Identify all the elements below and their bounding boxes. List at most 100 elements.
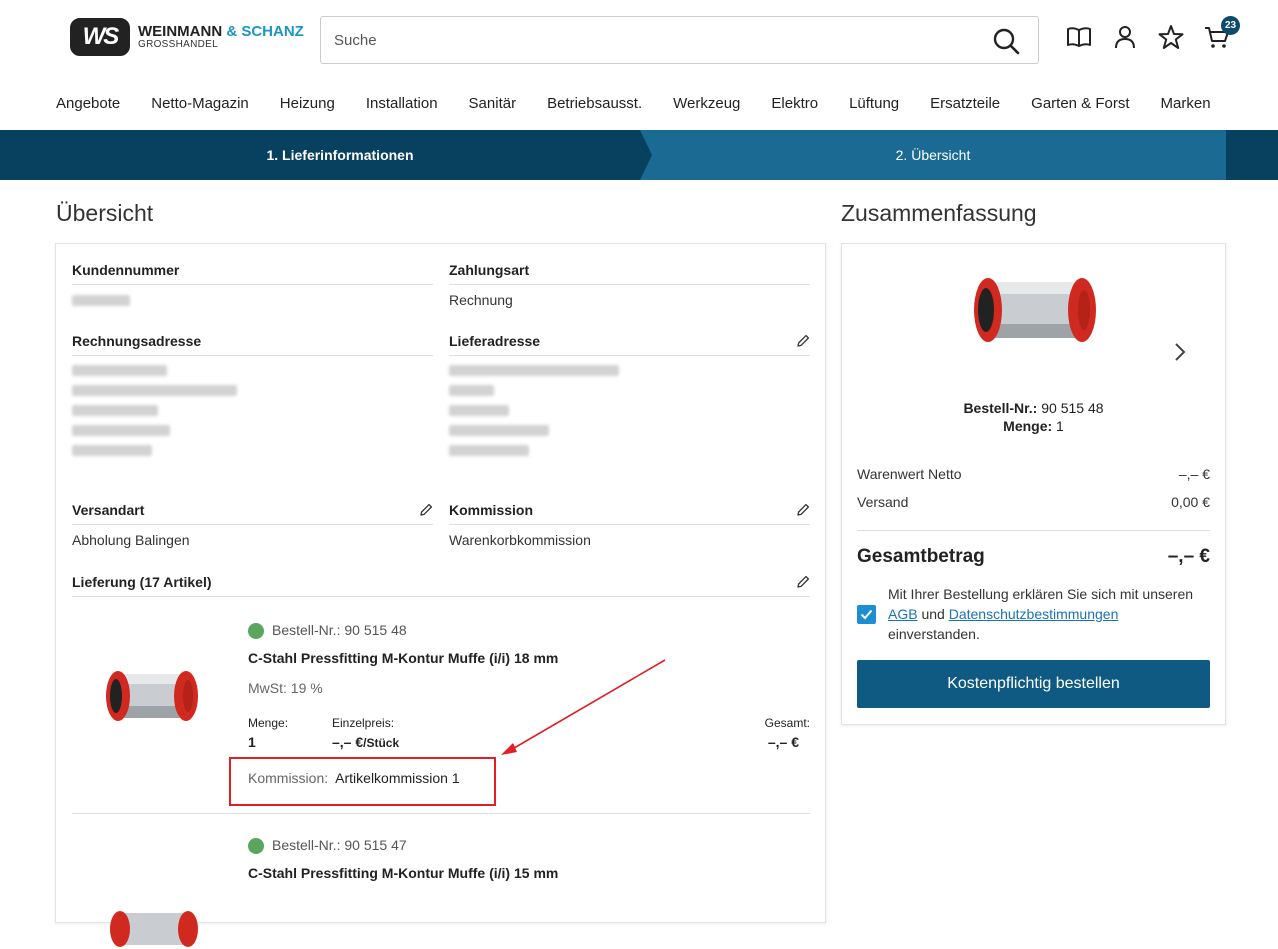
favorites-star-icon[interactable]: [1158, 24, 1184, 50]
nav-item-netto-magazin[interactable]: Netto-Magazin: [151, 95, 249, 112]
edit-lieferung-pencil-icon[interactable]: [796, 575, 810, 589]
brand-name-2: & SCHANZ: [226, 23, 304, 40]
page-title: Übersicht: [56, 200, 154, 226]
annotation-arrow-icon: [501, 659, 666, 755]
lieferung-header: Lieferung (17 Artikel): [72, 574, 810, 597]
nav-item-garten-forst[interactable]: Garten & Forst: [1031, 95, 1129, 112]
item-menge-label: Menge:: [248, 716, 289, 730]
terms-checkbox[interactable]: [857, 605, 876, 624]
summary-menge-label: Menge:: [1003, 418, 1053, 434]
checkout-steps: 1. Lieferinformationen 2. Übersicht: [0, 130, 1278, 180]
versandart-header: Versandart: [72, 502, 433, 525]
cart-count-badge: 23: [1221, 16, 1240, 35]
nav-item-marken[interactable]: Marken: [1161, 95, 1211, 112]
availability-dot-icon: [248, 623, 264, 640]
item-einzelpreis-unit: /Stück: [363, 736, 400, 750]
highlight-box: [229, 757, 496, 806]
item-einzelpreis-value: –,– €: [332, 734, 364, 750]
order-submit-button[interactable]: Kostenpflichtig bestellen: [857, 660, 1210, 708]
item-bestellnr: Bestell-Nr.: 90 515 47: [248, 837, 407, 855]
section-lieferung: Lieferung (17 Artikel): [72, 574, 810, 597]
summary-bestellnr: Bestell-Nr.: 90 515 48: [842, 400, 1225, 416]
lieferadresse-redacted: [449, 365, 810, 456]
nav-item-installation[interactable]: Installation: [366, 95, 438, 112]
nav-item-werkzeug[interactable]: Werkzeug: [673, 95, 740, 112]
nav-item-heizung[interactable]: Heizung: [280, 95, 335, 112]
item-bestellnr-value: 90 515 48: [344, 622, 407, 638]
edit-kommission-pencil-icon[interactable]: [796, 503, 810, 517]
nav-item-betriebsausstattung[interactable]: Betriebsausst.: [547, 95, 642, 112]
zahlungsart-value: Rechnung: [449, 292, 513, 308]
section-zahlungsart: Zahlungsart Rechnung: [449, 262, 810, 308]
item-bestellnr-value: 90 515 47: [344, 837, 407, 853]
versandart-label: Versandart: [72, 502, 145, 518]
item-name[interactable]: C-Stahl Pressfitting M-Kontur Muffe (i/i…: [248, 865, 558, 881]
summary-bestellnr-value: 90 515 48: [1041, 400, 1104, 416]
kommission-header: Kommission: [449, 502, 810, 525]
nav-item-lueftung[interactable]: Lüftung: [849, 95, 899, 112]
edit-lieferadresse-pencil-icon[interactable]: [796, 334, 810, 348]
item-menge-value: 1: [248, 734, 256, 750]
versand-value: 0,00 €: [1171, 494, 1210, 510]
cart-button[interactable]: 23: [1204, 16, 1240, 50]
warenwert-label: Warenwert Netto: [857, 466, 962, 482]
summary-card: Bestell-Nr.: 90 515 48 Menge: 1 Warenwer…: [841, 243, 1226, 725]
item-gesamt-label: Gesamt:: [764, 716, 810, 730]
rechnungsadresse-label: Rechnungsadresse: [72, 333, 433, 356]
item-mwst: MwSt: 19 %: [248, 680, 323, 696]
kommission-value: Warenkorbkommission: [449, 532, 591, 548]
nav-item-elektro[interactable]: Elektro: [771, 95, 818, 112]
warenwert-row: Warenwert Netto –,– €: [857, 466, 1210, 482]
gesamtbetrag-value: –,– €: [1167, 546, 1210, 567]
brand-sub: GROSSHANDEL: [138, 39, 218, 50]
kundennummer-redacted: [72, 295, 130, 306]
brand-logo[interactable]: WS WEINMANN & SCHANZ GROSSHANDEL: [70, 18, 304, 56]
nav-item-sanitaer[interactable]: Sanitär: [469, 95, 517, 112]
summary-bestellnr-label: Bestell-Nr.:: [963, 400, 1038, 416]
checkmark-icon: [860, 609, 873, 620]
brand-monogram: WS: [70, 18, 130, 56]
warenwert-value: –,– €: [1178, 466, 1210, 482]
carousel-next-chevron-icon[interactable]: [1172, 342, 1188, 362]
cart-item: Bestell-Nr.: 90 515 47 C-Stahl Pressfitt…: [72, 837, 810, 947]
zahlungsart-label: Zahlungsart: [449, 262, 810, 285]
gesamtbetrag-label: Gesamtbetrag: [857, 546, 985, 567]
nav-item-angebote[interactable]: Angebote: [56, 95, 120, 112]
brand-name-1: WEINMANN: [138, 23, 223, 40]
summary-menge-value: 1: [1056, 418, 1064, 434]
item-gesamt-value: –,– €: [767, 734, 799, 750]
lieferung-label: Lieferung (17 Artikel): [72, 574, 212, 590]
summary-menge: Menge: 1: [842, 418, 1225, 434]
section-kundennummer: Kundennummer: [72, 262, 433, 315]
gesamtbetrag-row: Gesamtbetrag –,– €: [857, 546, 1210, 568]
search-icon[interactable]: [992, 27, 1020, 55]
search-bar: [320, 16, 1039, 64]
versandart-value: Abholung Balingen: [72, 532, 190, 548]
summary-product-image[interactable]: [960, 268, 1110, 352]
availability-dot-icon: [248, 838, 264, 855]
lieferadresse-header: Lieferadresse: [449, 333, 810, 356]
item-einzelpreis: –,– €/Stück: [332, 734, 399, 750]
step-uebersicht: 2. Übersicht: [640, 130, 1226, 180]
lieferadresse-label: Lieferadresse: [449, 333, 541, 349]
account-user-icon[interactable]: [1112, 24, 1138, 50]
overview-card: Kundennummer Zahlungsart Rechnung Rechnu…: [55, 243, 826, 947]
brand-wordmark: WEINMANN & SCHANZ GROSSHANDEL: [138, 24, 304, 50]
section-rechnungsadresse: Rechnungsadresse: [72, 333, 433, 465]
datenschutz-link[interactable]: Datenschutzbestimmungen: [949, 606, 1119, 622]
agb-link[interactable]: AGB: [888, 606, 918, 622]
main-nav: Angebote Netto-Magazin Heizung Installat…: [56, 95, 1242, 112]
summary-title: Zusammenfassung: [841, 200, 1037, 226]
search-input[interactable]: [334, 31, 974, 49]
versand-label: Versand: [857, 494, 909, 510]
product-image-fitting[interactable]: [96, 662, 208, 730]
catalog-book-icon[interactable]: [1066, 24, 1092, 50]
kommission-label: Kommission: [449, 502, 534, 518]
header-icons: 23: [1066, 16, 1240, 50]
step-lieferinformationen[interactable]: 1. Lieferinformationen: [0, 130, 640, 180]
nav-item-ersatzteile[interactable]: Ersatzteile: [930, 95, 1000, 112]
section-lieferadresse: Lieferadresse: [449, 333, 810, 465]
terms-text: Mit Ihrer Bestellung erklären Sie sich m…: [888, 586, 1194, 642]
edit-versandart-pencil-icon[interactable]: [419, 503, 433, 517]
product-image-fitting[interactable]: [102, 909, 206, 949]
